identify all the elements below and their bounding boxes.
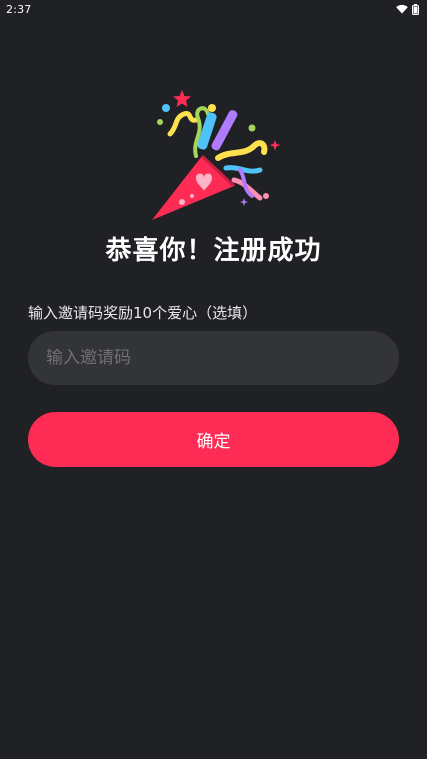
wifi-icon (396, 4, 408, 14)
invite-code-label: 输入邀请码奖励10个爱心（选填） (28, 304, 258, 322)
status-icons (396, 3, 419, 15)
battery-icon (412, 3, 419, 15)
invite-code-input[interactable] (28, 331, 399, 385)
party-popper-icon (152, 90, 281, 220)
confirm-button[interactable]: 确定 (28, 412, 399, 467)
page-title: 恭喜你！注册成功 (105, 236, 322, 266)
registration-success-screen: 2:37 恭喜你！注册成功 输入邀请码奖励10个爱心（选填） 输入邀请码 确定 (0, 0, 427, 759)
status-time: 2:37 (6, 2, 32, 16)
status-bar: 2:37 (0, 0, 427, 18)
